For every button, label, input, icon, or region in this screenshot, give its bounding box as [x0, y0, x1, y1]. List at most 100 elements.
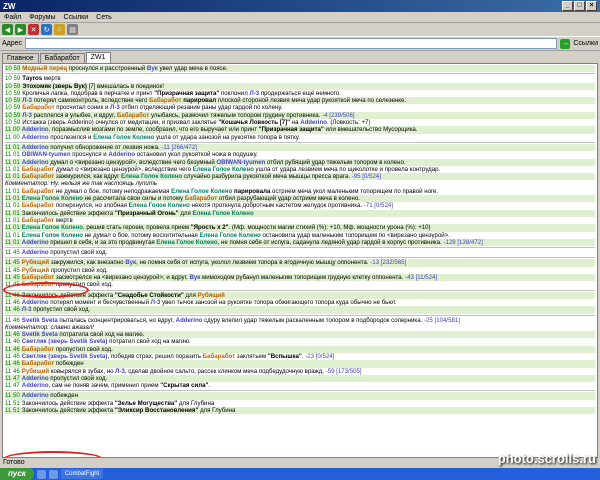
character-name[interactable]: Бабаработ [149, 97, 181, 104]
character-name[interactable]: Бабаработ [22, 188, 54, 195]
character-name[interactable]: OBIWAN-tyumen [216, 159, 265, 166]
character-name[interactable]: Adderino [300, 119, 327, 126]
character-name[interactable]: Adderino [22, 239, 49, 246]
start-button[interactable]: пуск [0, 468, 34, 480]
forward-icon[interactable]: ▶ [15, 24, 26, 35]
character-name[interactable]: Adderino [22, 299, 49, 306]
character-name[interactable]: Adderino [22, 144, 49, 151]
damage-value: -95 [0/524] [351, 173, 381, 181]
menu-item-forums[interactable]: Форумы [29, 14, 55, 21]
character-name[interactable]: Рубящий [22, 259, 49, 266]
quicklaunch-icon[interactable] [48, 469, 58, 479]
menu-item-links[interactable]: Ссылки [64, 14, 89, 21]
character-name[interactable]: Вук [125, 259, 136, 266]
log-line: 11 50 Adderino побежден [5, 392, 595, 400]
home-icon[interactable]: ⌂ [54, 24, 65, 35]
character-name[interactable]: Adderino [22, 134, 49, 141]
refresh-icon[interactable]: ↻ [41, 24, 52, 35]
quicklaunch-icon[interactable] [36, 469, 46, 479]
title-bar[interactable]: ZW _ □ × [0, 0, 600, 12]
character-name[interactable]: Svetik Sveta [22, 331, 58, 338]
character-name[interactable]: Л-3 [249, 90, 259, 97]
log-line: 11 46 Svetik Sveta пыталась сконцентриров… [5, 317, 595, 324]
combat-log[interactable]: 10 59 Модный перец проснулся и расстроенн… [2, 63, 598, 458]
character-name: "Зелье Могущества" [114, 399, 178, 407]
character-name[interactable]: Бабаработ [117, 112, 149, 119]
character-name[interactable]: Бабаработ [185, 195, 217, 202]
print-icon[interactable]: ▤ [67, 24, 78, 35]
log-line: 11 01 Закончилось действие эффекта "Призр… [5, 209, 595, 217]
character-name[interactable]: Adderino [176, 317, 203, 324]
character-name[interactable]: Бабаработ [22, 346, 54, 353]
character-name[interactable]: Svetik Sveta [22, 317, 58, 324]
character-name[interactable]: Adderino [22, 249, 49, 256]
character-name[interactable]: Л-3 [115, 368, 125, 375]
character-name[interactable]: Елена Голое Колено [192, 210, 253, 217]
character-name[interactable]: Л-3 [151, 299, 161, 306]
character-name[interactable]: Бабаработ [22, 173, 54, 180]
character-name[interactable]: Adderino [22, 375, 49, 382]
character-name[interactable]: Елена Голое Колено [200, 232, 261, 239]
character-name[interactable]: Adderino [22, 126, 49, 133]
minimize-button[interactable]: _ [562, 1, 573, 11]
character-name[interactable]: Светляк (зверь Svetik Sveta) [22, 338, 108, 345]
stop-icon[interactable]: ✕ [28, 24, 39, 35]
address-input[interactable] [25, 38, 558, 49]
character-name[interactable]: Adderino [22, 159, 49, 166]
menu-item-file[interactable]: Файл [4, 14, 21, 21]
log-timestamp: 11 51 [5, 407, 20, 415]
character-name[interactable]: Бабаработ [22, 202, 54, 209]
character-name[interactable]: Бабаработ [22, 274, 54, 281]
log-text: прослезился и [48, 133, 94, 141]
character-name[interactable]: Л-3 [22, 97, 32, 104]
log-timestamp: 11 46 [5, 306, 20, 314]
go-button[interactable]: → [560, 38, 571, 49]
log-text: мимоходом рубанул маленьким топорищем гр… [200, 274, 406, 282]
character-name[interactable]: Бабаработ [22, 166, 54, 173]
character-name[interactable]: Модный перец [22, 65, 67, 72]
log-line: 11 46 Svetik Sveta потратила свой ход на … [5, 331, 595, 339]
character-name[interactable]: Бабаработ [22, 360, 54, 367]
tab-zw1[interactable]: ZW1 [85, 52, 111, 63]
log-timestamp: 10 59 [5, 97, 21, 105]
character-name[interactable]: Л-3 [22, 306, 32, 313]
log-timestamp: 11 00 [5, 126, 20, 134]
character-name[interactable]: Рубящий [198, 292, 225, 299]
character-name[interactable]: Вук [189, 274, 200, 281]
character-name[interactable]: Елена Голое Колено [93, 134, 154, 141]
character-name[interactable]: Вук [147, 65, 158, 72]
character-name[interactable]: Бабаработ [22, 217, 54, 224]
character-name[interactable]: Рубящий [22, 267, 49, 274]
menu-item-network[interactable]: Сеть [96, 14, 112, 21]
tab-main[interactable]: Главное [2, 53, 39, 63]
character-name[interactable]: Елена Голое Колено [121, 173, 182, 180]
tab-babarabot[interactable]: Бабаработ [39, 53, 85, 63]
log-text: потерял самоконтроль, вследствие чего [31, 97, 150, 105]
character-name[interactable]: Л-3 [22, 112, 32, 119]
character-name[interactable]: Бабаработ [203, 353, 235, 360]
log-text: поперхнулся, но злобная [54, 202, 129, 210]
character-name[interactable]: Рубящий [22, 368, 49, 375]
character-name[interactable]: Елена Голое Колено [22, 195, 83, 202]
character-name[interactable]: Елена Голое Колено [129, 202, 190, 209]
character-name[interactable]: Л-3 [110, 104, 120, 111]
log-line: 11 46 Бабаработ побежден [5, 360, 595, 368]
character-name[interactable]: Adderino [22, 392, 49, 399]
character-name[interactable]: Елена Голое Колено [22, 224, 83, 231]
character-name[interactable]: Adderino [22, 382, 49, 389]
taskbar-task[interactable]: CombatFight [60, 469, 104, 479]
log-timestamp: 11 01 [5, 216, 20, 224]
back-icon[interactable]: ◀ [2, 24, 13, 35]
log-timestamp: 10 59 [5, 104, 21, 112]
character-name[interactable]: Adderino [108, 151, 135, 158]
character-name[interactable]: Бабаработ [22, 104, 54, 111]
character-name[interactable]: Елена Голое Колено [171, 188, 232, 195]
character-name[interactable]: Елена Голое Колено [156, 239, 217, 246]
close-button[interactable]: × [586, 1, 597, 11]
character-name[interactable]: Елена Голое Колено [22, 232, 83, 239]
maximize-button[interactable]: □ [574, 1, 585, 11]
character-name[interactable]: Светляк (зверь Svetik Sveta) [22, 353, 108, 360]
links-label[interactable]: Ссылки [573, 40, 598, 47]
character-name[interactable]: Елена Голое Колено [193, 166, 254, 173]
character-name[interactable]: OBIWAN-tyumen [22, 151, 71, 158]
